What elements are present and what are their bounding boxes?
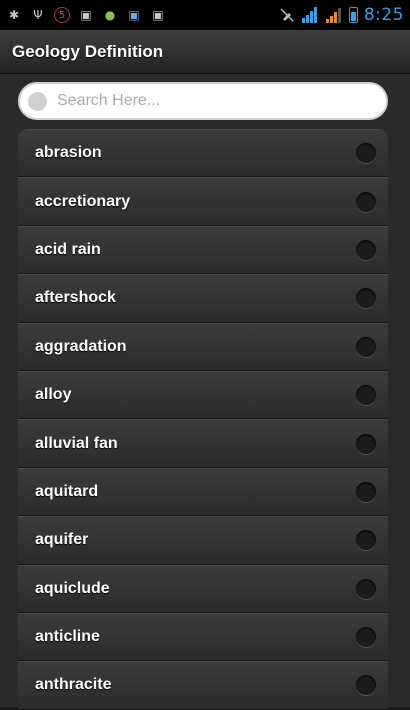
disclosure-icon	[356, 627, 376, 648]
disclosure-icon	[356, 288, 376, 309]
clock: 8:25	[363, 5, 404, 25]
disclosure-icon	[356, 385, 376, 406]
list-item-label: alluvial fan	[35, 434, 118, 452]
list-item-label: aftershock	[35, 289, 116, 307]
search-icon	[28, 91, 47, 111]
list-item-label: alloy	[35, 386, 72, 404]
disclosure-icon	[356, 578, 376, 599]
main-content: abrasion accretionary acid rain aftershock a…	[0, 74, 410, 710]
list-item-label: aquifer	[35, 531, 89, 549]
disclosure-icon	[356, 336, 376, 357]
list-item-label: aquitard	[35, 482, 99, 500]
list-item-label: anthracite	[35, 676, 112, 694]
list-item-label: acid rain	[35, 240, 101, 258]
battery-icon	[348, 7, 358, 23]
disclosure-icon	[356, 530, 376, 551]
app-title-bar: Geology Definition	[0, 30, 410, 74]
disclosure-icon	[356, 143, 376, 164]
list-item[interactable]: alluvial fan	[18, 419, 388, 468]
definition-list: abrasion accretionary acid rain aftershock a…	[18, 129, 388, 710]
list-item[interactable]: aquitard	[18, 467, 388, 517]
app-title: Geology Definition	[12, 41, 164, 61]
disclosure-icon	[356, 675, 376, 696]
list-item[interactable]: aquiclude	[18, 564, 388, 613]
list-item[interactable]: anticline	[18, 612, 388, 662]
list-item-label: abrasion	[35, 144, 102, 162]
android-icon: ●	[104, 8, 116, 22]
list-item-label: aggradation	[35, 337, 127, 355]
message-icon: ▣	[152, 8, 164, 22]
image-icon: ▣	[128, 8, 140, 22]
disclosure-icon	[356, 481, 376, 502]
search-input[interactable]	[55, 91, 359, 111]
chat-icon: ▣	[80, 8, 92, 22]
disclosure-icon	[356, 239, 376, 260]
list-item[interactable]: anthracite	[18, 661, 388, 710]
data-signal-icon	[301, 7, 317, 23]
notification-icons: ✱ Ψ 5 ▣ ● ▣ ▣	[6, 7, 166, 23]
list-item[interactable]: alloy	[18, 370, 388, 420]
disclosure-icon	[356, 433, 376, 454]
disclosure-icon	[356, 191, 376, 212]
list-item[interactable]: acid rain	[18, 225, 388, 275]
status-bar: ✱ Ψ 5 ▣ ● ▣ ▣ 8:25	[0, 0, 410, 30]
list-item-label: anticline	[35, 628, 100, 646]
system-icons: 8:25	[279, 5, 404, 25]
list-item[interactable]: aquifer	[18, 516, 388, 565]
usb-debug-icon: ✱	[8, 8, 20, 22]
list-item[interactable]: abrasion	[18, 129, 388, 178]
list-item-label: aquiclude	[35, 579, 110, 597]
usb-icon: Ψ	[33, 8, 43, 22]
mute-icon	[280, 8, 294, 22]
signal-strength-icon	[325, 8, 341, 23]
list-item-label: accretionary	[35, 192, 131, 210]
list-item[interactable]: aggradation	[18, 322, 388, 371]
search-bar[interactable]	[18, 82, 388, 120]
badge-icon: 5	[54, 7, 70, 23]
list-item[interactable]: accretionary	[18, 177, 388, 226]
list-item[interactable]: aftershock	[18, 274, 388, 323]
